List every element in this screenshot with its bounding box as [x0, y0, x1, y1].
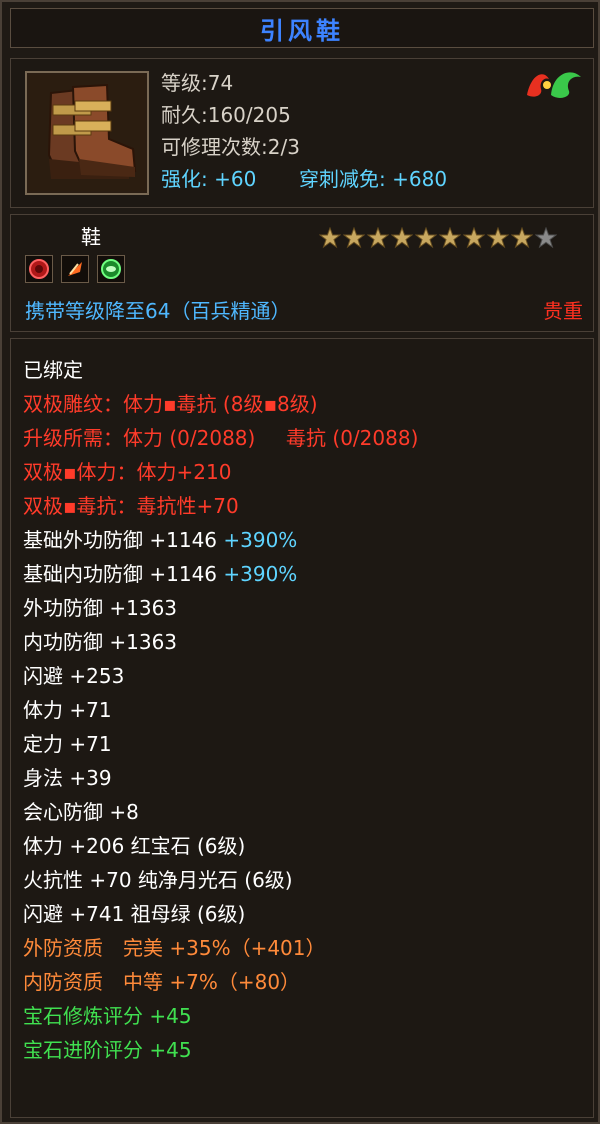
upgrade-need-poison: 毒抗 (0/2088)	[286, 426, 419, 450]
base-ext-def-line: 基础外功防御 +1146 +390%	[23, 523, 418, 557]
star-filled-icon	[415, 227, 437, 249]
gem-slot-3[interactable]	[97, 255, 125, 283]
item-icon-frame[interactable]	[25, 71, 149, 195]
dual-con-line: 双极▪体力：体力+210	[23, 460, 232, 484]
base-ext-def-pct: +390%	[223, 528, 298, 552]
base-ext-def: 基础外功防御 +1146	[23, 528, 218, 552]
gem-stat-line-2: 火抗性 +70 纯净月光石 (6级)	[23, 868, 293, 892]
upgrade-need-con: 升级所需：体力 (0/2088)	[23, 426, 256, 450]
int-def-line: 内功防御 +1363	[23, 630, 178, 654]
star-filled-icon	[319, 227, 341, 249]
ext-def-line: 外功防御 +1363	[23, 596, 178, 620]
red-gem-icon	[29, 259, 49, 279]
dual-poison-line: 双极▪毒抗：毒抗性+70	[23, 494, 239, 518]
upgrade-need-line: 升级所需：体力 (0/2088) 毒抗 (0/2088)	[23, 421, 418, 455]
enhance-value: +60	[214, 167, 257, 191]
dual-carve-line: 双极雕纹：体力▪毒抗 (8级▪8级)	[23, 392, 318, 416]
base-int-def-line: 基础内功防御 +1146 +390%	[23, 557, 418, 591]
durability-text: 耐久:160/205	[161, 103, 291, 127]
fire-feather-icon	[68, 262, 82, 276]
con-line: 体力 +71	[23, 698, 112, 722]
dodge-line: 闪避 +253	[23, 664, 125, 688]
boots-icon	[29, 75, 145, 191]
gem-advance-score: 宝石进阶评分 +45	[23, 1038, 192, 1062]
enhance-label: 强化:	[161, 167, 208, 191]
gem-stat-line-1: 体力 +206 红宝石 (6级)	[23, 834, 246, 858]
item-tooltip: 引风鞋 等级:74 耐久:160/205 可修理次数:2/3 强化: +60 穿…	[0, 0, 600, 1124]
item-title: 引风鞋	[260, 16, 344, 45]
item-subheader: 鞋 携带等级降至64（百兵精通） 贵重	[10, 214, 594, 332]
enhance-line: 强化: +60 穿刺减免: +680	[161, 163, 447, 195]
green-gem-icon	[101, 259, 121, 279]
attribute-list: 已绑定 双极雕纹：体力▪毒抗 (8级▪8级) 升级所需：体力 (0/2088) …	[23, 353, 418, 1067]
repair-count-text: 可修理次数:2/3	[161, 135, 300, 159]
gem-socket-icons	[25, 255, 125, 283]
star-filled-icon	[463, 227, 485, 249]
base-int-def: 基础内功防御 +1146	[23, 562, 218, 586]
level-text: 等级:74	[161, 71, 234, 95]
carry-level-text: 携带等级降至64（百兵精通）	[25, 299, 291, 323]
pierce-value: +680	[392, 167, 448, 191]
item-header: 等级:74 耐久:160/205 可修理次数:2/3 强化: +60 穿刺减免:…	[10, 58, 594, 208]
rarity-badge: 贵重	[543, 299, 583, 323]
ext-quality-line: 外防资质 完美 +35%（+401）	[23, 936, 326, 960]
crit-def-line: 会心防御 +8	[23, 800, 139, 824]
base-int-def-pct: +390%	[223, 562, 298, 586]
item-type: 鞋	[81, 225, 101, 249]
pierce-label: 穿刺减免:	[299, 167, 386, 191]
star-empty-icon	[535, 227, 557, 249]
star-filled-icon	[511, 227, 533, 249]
star-rating	[319, 227, 557, 249]
star-filled-icon	[343, 227, 365, 249]
basic-stats: 等级:74 耐久:160/205 可修理次数:2/3 强化: +60 穿刺减免:…	[161, 67, 447, 195]
dragon-emblem-icon	[527, 72, 581, 98]
gem-refine-score: 宝石修炼评分 +45	[23, 1004, 192, 1028]
gem-stat-line-3: 闪避 +741 祖母绿 (6级)	[23, 902, 246, 926]
agility-line: 身法 +39	[23, 766, 112, 790]
attributes-section: 已绑定 双极雕纹：体力▪毒抗 (8级▪8级) 升级所需：体力 (0/2088) …	[10, 338, 594, 1118]
title-bar: 引风鞋	[10, 8, 594, 48]
focus-line: 定力 +71	[23, 732, 112, 756]
star-filled-icon	[487, 227, 509, 249]
int-quality-line: 内防资质 中等 +7%（+80）	[23, 970, 301, 994]
gem-slot-2[interactable]	[61, 255, 89, 283]
star-filled-icon	[367, 227, 389, 249]
star-filled-icon	[439, 227, 461, 249]
bound-status: 已绑定	[23, 358, 83, 382]
star-filled-icon	[391, 227, 413, 249]
gem-slot-1[interactable]	[25, 255, 53, 283]
